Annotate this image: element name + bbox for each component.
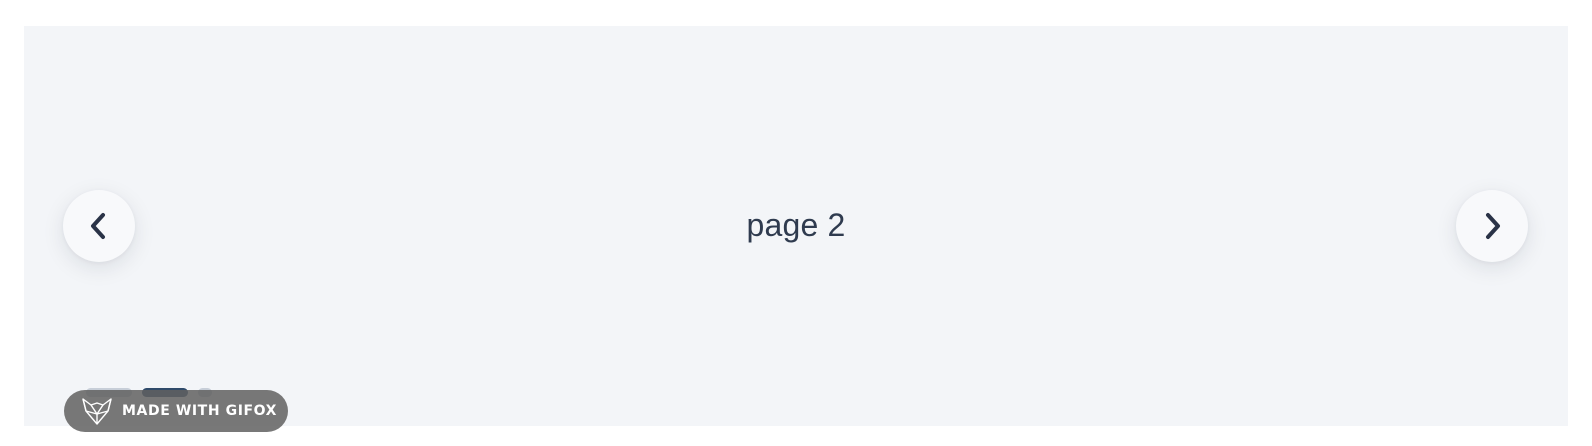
- chevron-right-icon: [1486, 213, 1500, 239]
- watermark-label: MADE WITH GIFOX: [122, 403, 278, 419]
- next-button[interactable]: [1456, 190, 1528, 262]
- chevron-left-icon: [91, 213, 105, 239]
- prev-button[interactable]: [63, 190, 135, 262]
- slide-text: page 2: [746, 206, 846, 243]
- gifox-watermark: MADE WITH GIFOX: [64, 390, 288, 432]
- carousel: page 2 MADE WITH GIFOX: [24, 26, 1568, 432]
- fox-logo-icon: [82, 398, 112, 425]
